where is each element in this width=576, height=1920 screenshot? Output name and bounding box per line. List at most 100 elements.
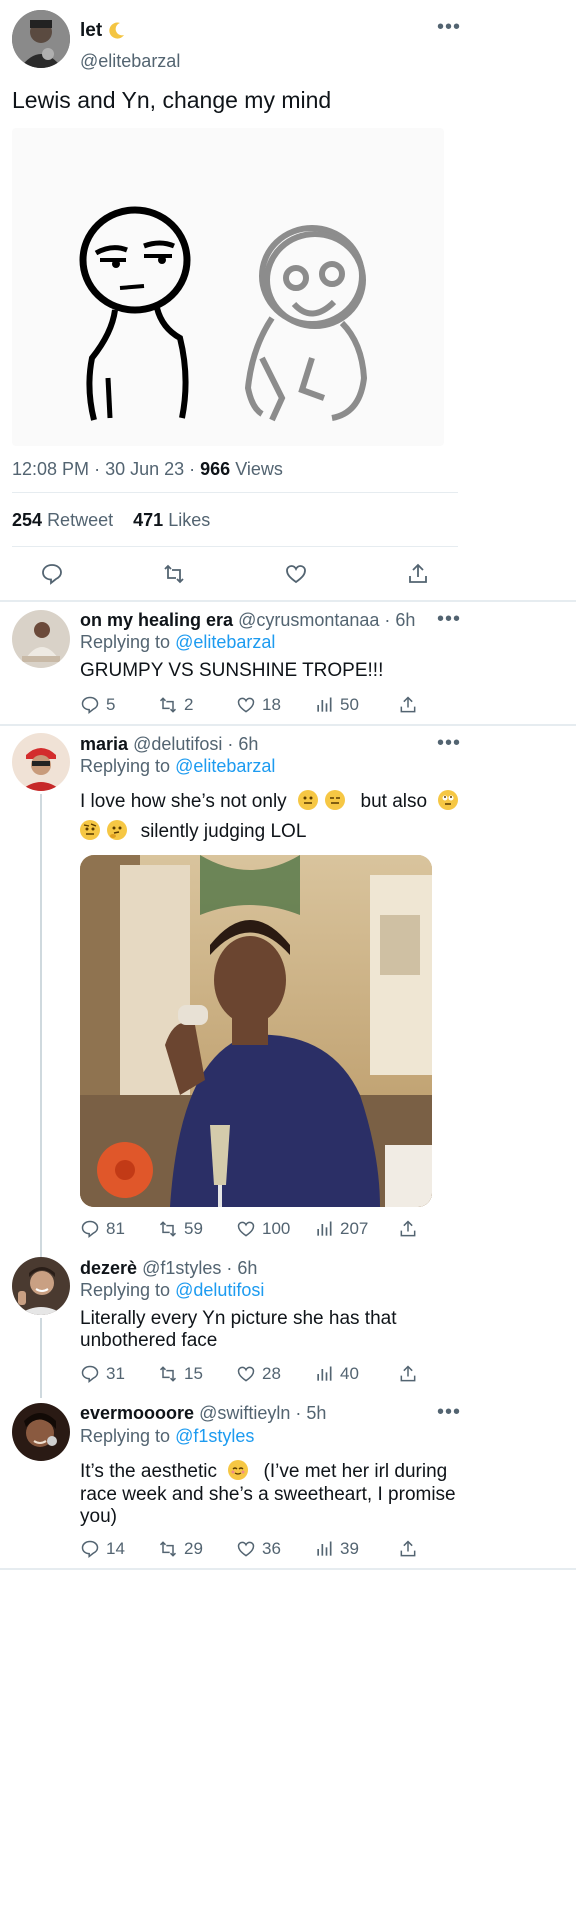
reply-time[interactable]: · 6h — [227, 734, 258, 754]
avatar[interactable] — [12, 733, 70, 791]
avatar[interactable] — [12, 10, 70, 68]
like-count: 36 — [262, 1539, 281, 1558]
reply-button[interactable]: 5 — [80, 695, 158, 715]
divider — [12, 492, 458, 493]
like-count: 100 — [262, 1219, 291, 1238]
retweet-icon — [159, 1366, 177, 1382]
like-count: 18 — [262, 695, 281, 714]
retweet-button[interactable]: 59 — [158, 1219, 236, 1239]
replying-label: Replying to — [80, 632, 171, 652]
avatar[interactable] — [12, 610, 70, 668]
replying-to-link[interactable]: @elitebarzal — [175, 632, 275, 652]
like-button[interactable]: 36 — [236, 1539, 314, 1559]
retweet-count: 2 — [184, 695, 194, 714]
views-button[interactable]: 50 — [314, 695, 398, 715]
reply-actions: 14 29 36 39 — [80, 1537, 418, 1561]
tweet-date: 30 Jun 23 — [105, 459, 185, 479]
tweet-time: 12:08 PM — [12, 459, 90, 479]
share-button[interactable] — [398, 1219, 418, 1239]
reply-actions: 31 15 28 40 — [80, 1362, 418, 1386]
views-button[interactable]: 39 — [314, 1539, 398, 1559]
views-label: Views — [235, 459, 283, 479]
likes-label[interactable]: Likes — [168, 510, 210, 530]
views-icon — [317, 1541, 332, 1556]
author-handle[interactable]: @swiftieyln — [199, 1403, 290, 1423]
view-count: 39 — [340, 1539, 359, 1558]
retweets-label[interactable]: Retweet — [47, 510, 113, 530]
share-button[interactable] — [398, 1364, 418, 1384]
tweet-image[interactable] — [12, 128, 444, 446]
share-icon — [400, 1365, 416, 1382]
thread-line — [40, 1318, 42, 1398]
heart-icon[interactable] — [284, 562, 308, 591]
heart-icon — [237, 1221, 255, 1237]
thinking-face-emoji-icon — [107, 820, 128, 840]
author-handle[interactable]: @delutifosi — [133, 734, 222, 754]
reply-text-part: silently judging LOL — [140, 821, 307, 842]
avatar[interactable] — [12, 1403, 70, 1461]
reply-button[interactable]: 31 — [80, 1364, 158, 1384]
more-icon[interactable]: ••• — [437, 16, 461, 39]
reply-count: 31 — [106, 1364, 125, 1383]
reply-time[interactable]: · 5h — [295, 1403, 326, 1423]
thread-line — [40, 794, 42, 1258]
author-handle[interactable]: @f1styles — [142, 1258, 221, 1278]
reply-button[interactable]: 81 — [80, 1219, 158, 1239]
reply-icon — [81, 1540, 99, 1559]
view-count: 207 — [340, 1219, 369, 1238]
retweet-icon[interactable] — [162, 562, 186, 591]
divider — [0, 724, 576, 726]
retweet-button[interactable]: 29 — [158, 1539, 236, 1559]
avatar[interactable] — [12, 1257, 70, 1315]
reply-time[interactable]: · 6h — [384, 610, 415, 630]
more-icon[interactable]: ••• — [437, 732, 461, 755]
author-name[interactable]: on my healing era — [80, 610, 233, 630]
replying-to-link[interactable]: @f1styles — [175, 1426, 254, 1446]
likes-count[interactable]: 471 — [133, 510, 163, 530]
heart-icon — [237, 1366, 255, 1382]
like-button[interactable]: 100 — [236, 1219, 314, 1239]
reply-photo[interactable] — [80, 855, 432, 1207]
author-handle[interactable]: @cyrusmontanaa — [238, 610, 379, 630]
heart-icon — [237, 697, 255, 713]
more-icon[interactable]: ••• — [437, 608, 461, 631]
reply-count: 14 — [106, 1539, 125, 1558]
author-name[interactable]: let — [80, 20, 102, 42]
photo-woman-in-hotel-lobby — [80, 855, 432, 1207]
replying-to: Replying to @delutifosi — [80, 1280, 264, 1301]
retweet-button[interactable]: 2 — [158, 695, 236, 715]
share-button[interactable] — [398, 1539, 418, 1559]
views-button[interactable]: 40 — [314, 1364, 398, 1384]
views-icon — [317, 697, 332, 712]
divider — [12, 546, 458, 547]
retweet-icon — [159, 1221, 177, 1237]
retweet-button[interactable]: 15 — [158, 1364, 236, 1384]
views-count: 966 — [200, 459, 231, 479]
heart-icon — [237, 1541, 255, 1557]
like-button[interactable]: 18 — [236, 695, 314, 715]
views-button[interactable]: 207 — [314, 1219, 398, 1239]
share-button[interactable] — [398, 695, 418, 715]
retweet-count: 29 — [184, 1539, 203, 1558]
reply-button[interactable]: 14 — [80, 1539, 158, 1559]
more-icon[interactable]: ••• — [437, 1401, 461, 1424]
retweet-count: 15 — [184, 1364, 203, 1383]
author-name[interactable]: evermoooore — [80, 1403, 194, 1423]
views-icon — [317, 1221, 332, 1236]
expressionless-face-emoji-icon — [325, 790, 346, 810]
divider — [0, 1568, 576, 1570]
reply-text-line-3: you) — [80, 1506, 117, 1527]
reply-icon — [81, 1365, 99, 1384]
reply-icon[interactable] — [40, 562, 64, 591]
author-name[interactable]: dezerè — [80, 1258, 137, 1278]
reply-text-part: (I’ve met her irl during — [263, 1461, 448, 1482]
reply-time[interactable]: · 6h — [226, 1258, 257, 1278]
like-button[interactable]: 28 — [236, 1364, 314, 1384]
author-name[interactable]: maria — [80, 734, 128, 754]
retweets-count[interactable]: 254 — [12, 510, 42, 530]
replying-to-link[interactable]: @delutifosi — [175, 1280, 264, 1300]
relieved-face-emoji-icon — [228, 1460, 249, 1480]
author-handle[interactable]: @elitebarzal — [80, 51, 180, 72]
share-icon[interactable] — [406, 562, 430, 591]
replying-to-link[interactable]: @elitebarzal — [175, 756, 275, 776]
